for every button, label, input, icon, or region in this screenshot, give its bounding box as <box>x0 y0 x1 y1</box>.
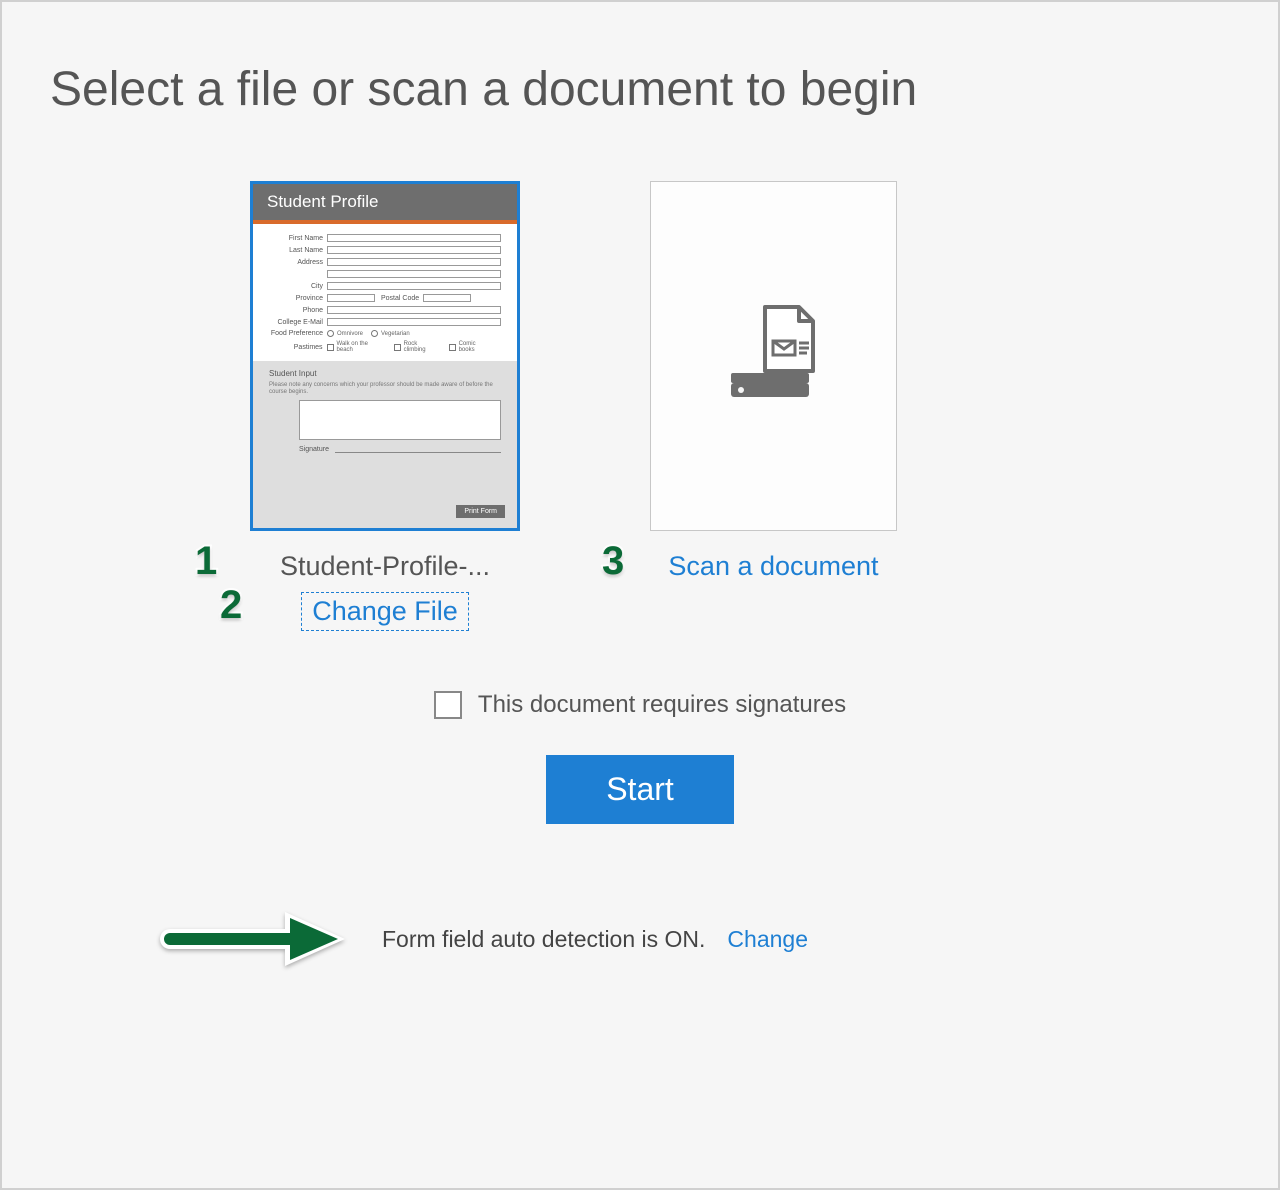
requires-signatures-checkbox[interactable] <box>434 691 462 719</box>
auto-detection-status: Form field auto detection is ON. <box>382 926 705 953</box>
requires-signatures-label: This document requires signatures <box>478 691 846 719</box>
selected-file-name: Student-Profile-... <box>280 551 490 582</box>
detection-row: Form field auto detection is ON. Change <box>50 884 1230 974</box>
scan-document-card[interactable] <box>650 181 897 531</box>
prepare-form-panel: Select a file or scan a document to begi… <box>0 0 1280 1190</box>
start-row: Start <box>50 755 1230 824</box>
callout-1: 1 <box>195 539 217 584</box>
scanner-icon <box>719 301 829 411</box>
arrow-icon <box>160 904 360 974</box>
callout-3: 3 <box>602 539 624 584</box>
start-button[interactable]: Start <box>546 755 734 824</box>
file-option: 1 2 Student Profile First Name Last Name… <box>250 181 520 631</box>
thumb-lower-area: Student Input Please note any concerns w… <box>253 361 517 528</box>
scan-option: 3 <box>650 181 897 582</box>
thumb-form-area: First Name Last Name Address City Provin… <box>253 224 517 361</box>
signatures-row: This document requires signatures <box>50 691 1230 719</box>
page-title: Select a file or scan a document to begi… <box>50 62 1230 117</box>
thumb-header: Student Profile <box>253 184 517 220</box>
callout-2: 2 <box>220 583 242 628</box>
scan-document-label[interactable]: Scan a document <box>668 551 878 582</box>
options-row: 1 2 Student Profile First Name Last Name… <box>50 181 1230 631</box>
auto-detection-change-link[interactable]: Change <box>727 926 808 953</box>
file-thumbnail[interactable]: Student Profile First Name Last Name Add… <box>250 181 520 531</box>
change-file-button[interactable]: Change File <box>301 592 469 631</box>
